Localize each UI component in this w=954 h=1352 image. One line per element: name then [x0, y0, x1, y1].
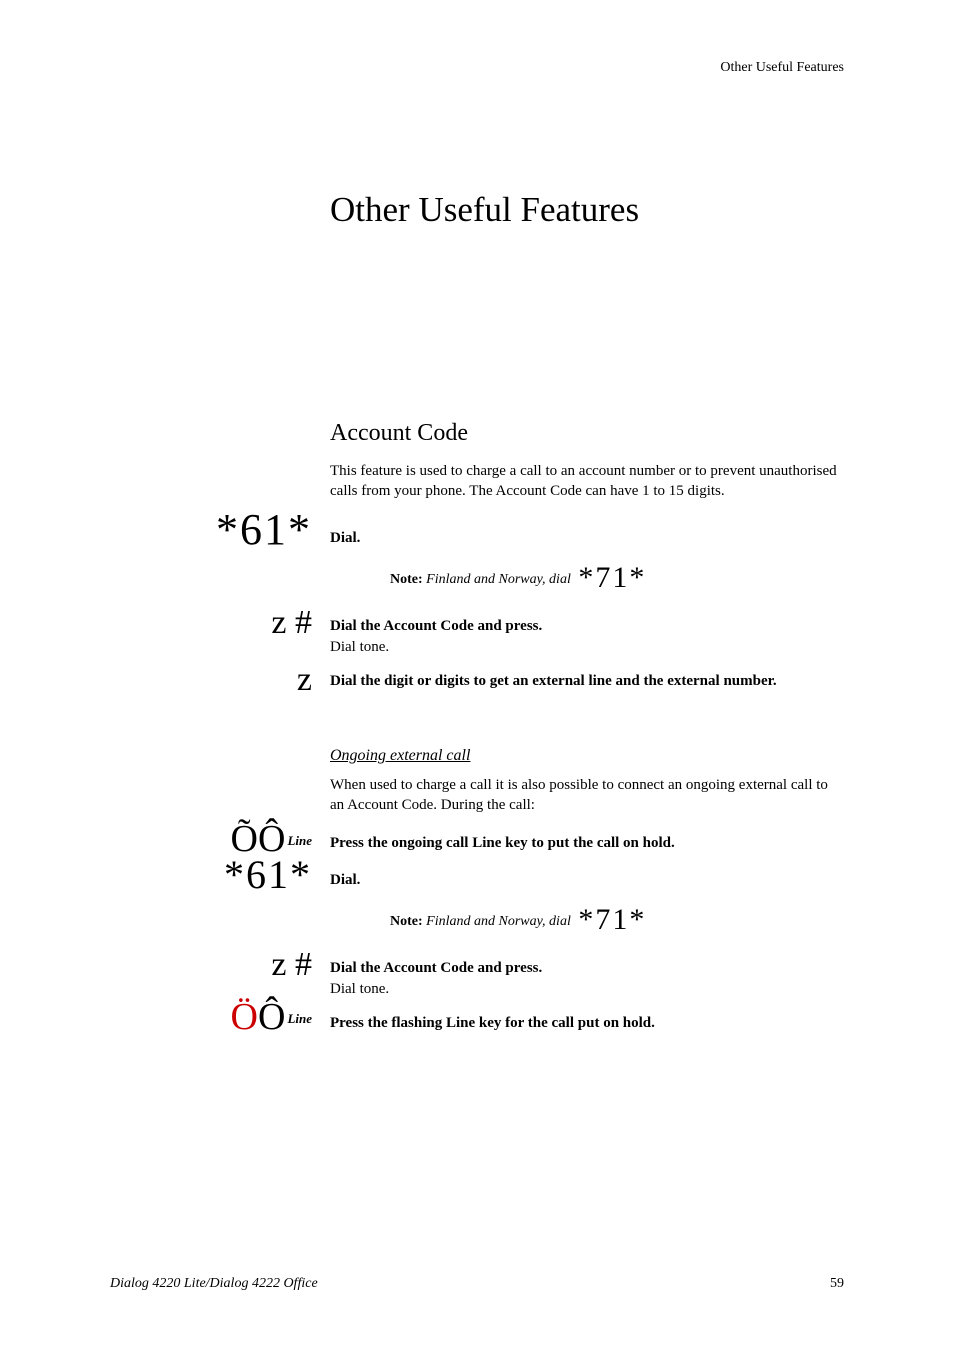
step-row: z # Dial the Account Code and press. Dia… [110, 606, 844, 657]
step-bold: Dial. [330, 530, 360, 546]
step-row: z # Dial the Account Code and press. Dia… [110, 948, 844, 999]
step-bold: Press the flashing Line key for the call… [330, 1015, 655, 1031]
dial-code: z # [271, 946, 312, 983]
subsection-intro: When used to charge a call it is also po… [330, 775, 844, 816]
step-left: z # [110, 606, 330, 640]
page-number: 59 [830, 1276, 844, 1292]
line-key-char-red: Ö [231, 996, 258, 1038]
step-bold: Dial. [330, 870, 844, 890]
step-left: z # [110, 948, 330, 982]
step-rest: Dial tone. [330, 639, 389, 655]
step-row: ÕÔLine *61* Press the ongoing call Line … [110, 821, 844, 940]
step-rest: Dial tone. [330, 981, 389, 997]
dial-code: z # [271, 604, 312, 641]
note-text: Finland and Norway, dial [423, 572, 571, 587]
step-bold: Dial the digit or digits to get an exter… [330, 673, 777, 689]
running-header: Other Useful Features [720, 60, 844, 76]
subsection-heading: Ongoing external call [330, 747, 844, 765]
step-bold: Press the ongoing call Line key to put t… [330, 833, 844, 853]
step-note: Note: Finland and Norway, dial *71* [390, 900, 844, 941]
step-note: Note: Finland and Norway, dial *71* [390, 558, 844, 599]
page: Other Useful Features Other Useful Featu… [0, 0, 954, 1352]
page-title: Other Useful Features [330, 190, 844, 230]
step-bold: Dial the Account Code and press. [330, 618, 542, 634]
step-right: Dial the Account Code and press. Dial to… [330, 948, 844, 999]
step-row: ÖÔLine Press the flashing Line key for t… [110, 999, 844, 1035]
section-heading: Account Code [330, 420, 844, 447]
footer-left: Dialog 4220 Lite/Dialog 4222 Office [110, 1276, 318, 1292]
step-row: *61* Dial. Note: Finland and Norway, dia… [110, 508, 844, 599]
step-left: z [110, 663, 330, 697]
note-code: *71* [578, 561, 646, 594]
note-code: *71* [578, 903, 646, 936]
note-label: Note: [390, 914, 423, 929]
note-text: Finland and Norway, dial [423, 914, 571, 929]
line-key-label: Line [287, 1011, 312, 1026]
step-right: Dial the Account Code and press. Dial to… [330, 606, 844, 657]
dial-code: z [297, 661, 312, 698]
step-left: *61* [110, 508, 330, 552]
line-key-label: Line [287, 833, 312, 848]
line-key-char: Ô [258, 996, 285, 1038]
section-intro: This feature is used to charge a call to… [330, 461, 844, 502]
page-footer: Dialog 4220 Lite/Dialog 4222 Office 59 [110, 1276, 844, 1292]
step-left: ÖÔLine [110, 999, 330, 1035]
dial-code: *61* [216, 505, 312, 554]
step-row: z Dial the digit or digits to get an ext… [110, 663, 844, 697]
dial-code: *61* [110, 857, 312, 893]
step-left: ÕÔLine *61* [110, 821, 330, 893]
line-key-glyphs: ÖÔLine [110, 999, 312, 1035]
step-right: Press the ongoing call Line key to put t… [330, 821, 844, 940]
step-right: Press the flashing Line key for the call… [330, 999, 844, 1033]
step-right: Dial. Note: Finland and Norway, dial *71… [330, 508, 844, 599]
step-right: Dial the digit or digits to get an exter… [330, 663, 844, 691]
step-bold: Dial the Account Code and press. [330, 960, 542, 976]
note-label: Note: [390, 572, 423, 587]
